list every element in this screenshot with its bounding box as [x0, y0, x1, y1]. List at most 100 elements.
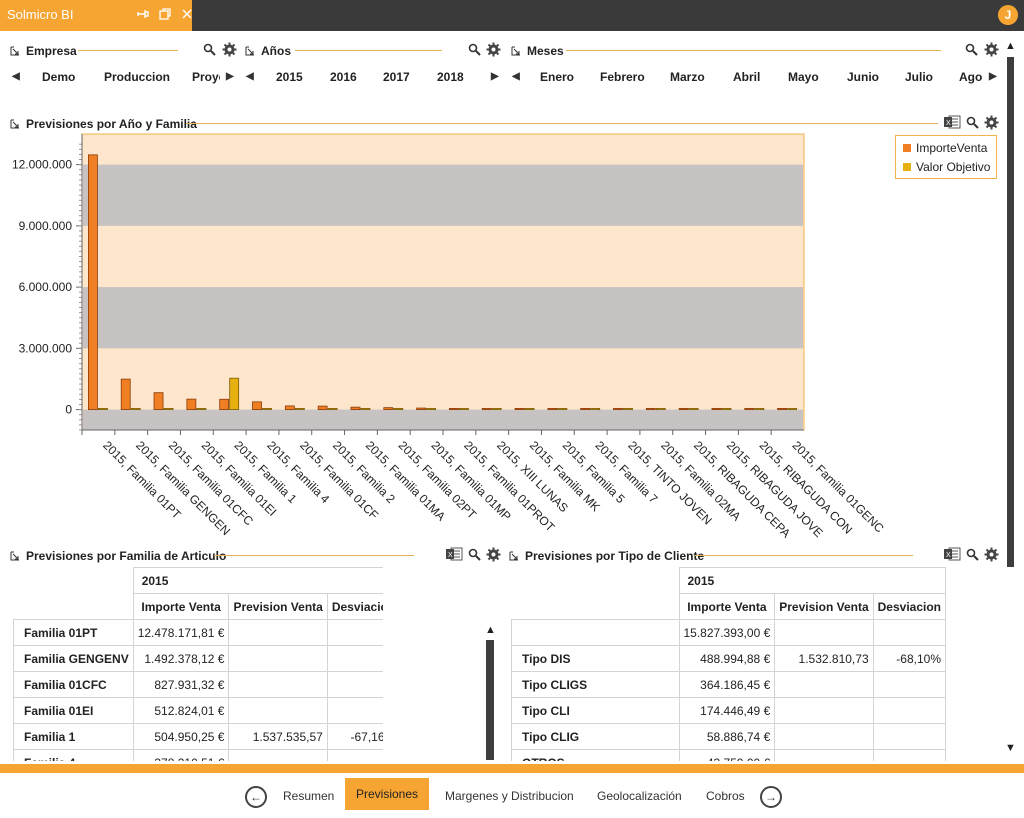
mes-item[interactable]: Marzo [670, 70, 705, 84]
nav-item-cobros[interactable]: Cobros [706, 789, 745, 803]
desviacion-cell [326, 671, 383, 698]
table-row[interactable]: Familia 1 504.950,25 € 1.537.535,57 -67,… [13, 723, 383, 750]
restore-icon[interactable] [158, 7, 172, 21]
title-bar: Solmicro BI J [0, 0, 1024, 31]
nav-item-margenes[interactable]: Margenes y Distribucion [445, 789, 574, 803]
column-header[interactable]: Prevision Venta [228, 593, 328, 620]
collapse-icon[interactable] [10, 46, 20, 56]
scroll-left-icon[interactable]: ◀ [12, 71, 20, 82]
table-row[interactable]: OTROS 43.759,00 € [511, 749, 946, 761]
table-row[interactable]: Tipo CLIGS 364.186,45 € [511, 671, 946, 698]
search-icon[interactable] [965, 43, 978, 56]
nav-prev-icon[interactable]: ← [245, 786, 267, 808]
table-row[interactable]: Familia GENGENV 1.492.378,12 € [13, 645, 383, 672]
nav-item-resumen[interactable]: Resumen [283, 789, 334, 803]
table-row[interactable]: Tipo CLI 174.446,49 € [511, 697, 946, 724]
mes-item[interactable]: Junio [847, 70, 879, 84]
table-row[interactable]: Familia 01PT 12.478.171,81 € [13, 619, 383, 646]
anos-filter-title: Años [261, 44, 291, 58]
ano-item[interactable]: 2017 [383, 70, 410, 84]
familia-table-viewport: 2015 Importe Venta Prevision Venta Desvi… [13, 567, 383, 761]
scroll-right-icon[interactable]: ▶ [226, 71, 234, 82]
table-row[interactable]: Tipo DIS 488.994,88 € 1.532.810,73 -68,1… [511, 645, 946, 672]
table-row[interactable]: Tipo CLIG 58.886,74 € [511, 723, 946, 750]
column-header[interactable]: Desviacion [326, 593, 383, 620]
row-label: Tipo CLIGS [511, 671, 680, 698]
desviacion-cell [326, 749, 383, 761]
column-header[interactable]: Desviacion [872, 593, 946, 620]
empresa-item[interactable]: Proye [192, 70, 220, 84]
app-title: Solmicro BI [7, 7, 74, 22]
table-row[interactable]: Familia 01EI 512.824,01 € [13, 697, 383, 724]
scroll-right-icon[interactable]: ▶ [491, 71, 499, 82]
row-label [511, 619, 680, 646]
search-icon[interactable] [468, 43, 481, 56]
zoom-icon[interactable] [966, 548, 979, 561]
mes-item[interactable]: Ago [959, 70, 982, 84]
main-scrollbar[interactable] [1007, 57, 1014, 567]
legend-item[interactable]: Valor Objetivo [903, 160, 990, 174]
valor-objetivo-bar [262, 407, 272, 410]
importe-cell: 378.210,51 € [132, 749, 230, 761]
scroll-left-icon[interactable]: ◀ [512, 71, 520, 82]
valor-objetivo-bar [229, 377, 240, 410]
mes-item[interactable]: Abril [733, 70, 760, 84]
mes-item[interactable]: Mayo [788, 70, 819, 84]
importe-venta-bar [744, 407, 755, 410]
meses-filter-header: Meses [511, 44, 564, 58]
nav-next-icon[interactable]: → [760, 786, 782, 808]
valor-objetivo-bar [163, 407, 174, 410]
gear-icon[interactable] [486, 42, 501, 57]
collapse-icon[interactable] [10, 551, 20, 561]
mes-item[interactable]: Julio [905, 70, 933, 84]
table-header-row: 2015 [512, 567, 946, 594]
column-header[interactable]: Importe Venta [132, 593, 230, 620]
empresa-item[interactable]: Produccion [104, 70, 170, 84]
ano-item[interactable]: 2016 [330, 70, 357, 84]
app-tab[interactable]: Solmicro BI [0, 0, 192, 31]
collapse-icon[interactable] [245, 46, 255, 56]
excel-export-icon[interactable]: X [446, 547, 463, 561]
table-row[interactable]: Familia 01CFC 827.931,32 € [13, 671, 383, 698]
scroll-up-icon[interactable]: ▲ [1005, 40, 1016, 52]
table-row[interactable]: 15.827.393,00 € [511, 619, 946, 646]
scroll-right-icon[interactable]: ▶ [989, 71, 997, 82]
nav-item-geolocalizacion[interactable]: Geolocalización [597, 789, 682, 803]
gear-icon[interactable] [984, 115, 999, 130]
scroll-down-icon[interactable]: ▼ [1005, 742, 1016, 754]
table-scrollbar[interactable] [486, 640, 494, 760]
ano-item[interactable]: 2018 [437, 70, 464, 84]
nav-item-previsiones[interactable]: Previsiones [345, 778, 429, 810]
user-avatar[interactable]: J [998, 5, 1018, 25]
ano-item[interactable]: 2015 [276, 70, 303, 84]
pin-icon[interactable] [136, 7, 150, 21]
importe-venta-bar [120, 378, 131, 410]
gear-icon[interactable] [486, 547, 501, 562]
mes-item[interactable]: Febrero [600, 70, 645, 84]
legend-item[interactable]: ImporteVenta [903, 141, 987, 155]
collapse-icon[interactable] [509, 551, 519, 561]
scroll-left-icon[interactable]: ◀ [246, 71, 254, 82]
gear-icon[interactable] [222, 42, 237, 57]
gear-icon[interactable] [984, 42, 999, 57]
close-icon[interactable] [180, 7, 194, 21]
divider [295, 50, 442, 51]
column-header[interactable]: Importe Venta [678, 593, 776, 620]
search-icon[interactable] [203, 43, 216, 56]
empresa-item[interactable]: Demo [42, 70, 75, 84]
excel-export-icon[interactable]: X [944, 115, 961, 129]
mes-item[interactable]: Enero [540, 70, 574, 84]
collapse-icon[interactable] [511, 46, 521, 56]
scroll-up-icon[interactable]: ▲ [485, 624, 496, 636]
zoom-icon[interactable] [966, 116, 979, 129]
table-row[interactable]: Familia 4 378.210,51 € [13, 749, 383, 761]
gear-icon[interactable] [984, 547, 999, 562]
collapse-icon[interactable] [10, 119, 20, 129]
zoom-icon[interactable] [468, 548, 481, 561]
prevision-cell [228, 671, 328, 698]
valor-objetivo-bar [491, 407, 502, 410]
excel-export-icon[interactable]: X [944, 547, 961, 561]
importe-venta-bar [514, 407, 525, 410]
column-header[interactable]: Prevision Venta [774, 593, 874, 620]
legend-label: Valor Objetivo [916, 160, 991, 174]
